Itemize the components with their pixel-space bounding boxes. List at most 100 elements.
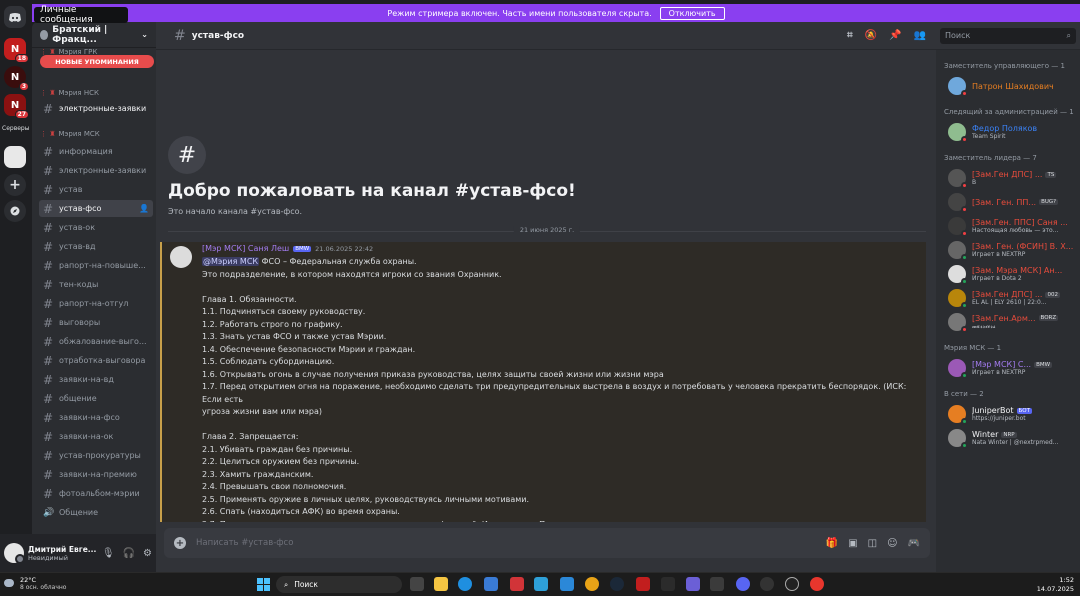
microphone-icon[interactable]: 🎙 xyxy=(102,548,115,559)
member-activity: Настоящая любовь — это... xyxy=(972,227,1059,234)
app-icon-4[interactable] xyxy=(710,577,724,591)
member-item[interactable]: JuniperBot БОТ https://juniper.bot xyxy=(948,404,1078,425)
member-list-icon[interactable]: 👥 xyxy=(914,30,926,41)
channel-item[interactable]: # заявки-на-ок xyxy=(39,428,153,445)
channel-item[interactable]: # рапорт-на-отгул xyxy=(39,295,153,312)
game-launcher-icon[interactable] xyxy=(636,577,650,591)
member-item[interactable]: [Зам.Ген. ППС] Саня ... Настоящая любовь … xyxy=(948,216,1078,237)
voice-channel-item[interactable]: 🔊 Общение xyxy=(39,504,153,521)
invite-user-icon[interactable]: 👤 xyxy=(139,204,149,213)
weather-widget[interactable]: 22°C 8 осн. облачно xyxy=(6,576,66,591)
sticker-icon[interactable]: ◫ xyxy=(868,538,877,549)
channel-item[interactable]: # фотоальбом-мэрии xyxy=(39,485,153,502)
discord-home-icon[interactable] xyxy=(4,6,26,28)
discover-icon[interactable] xyxy=(4,200,26,222)
channel-item[interactable]: # тен-коды xyxy=(39,276,153,293)
member-item[interactable]: [Зам.Ген.Арм... BORZ 𝔀𝓪𝓻𝓻𝓲𝓸𝓻𝓼 xyxy=(948,312,1078,333)
member-name: [Зам. Ген. ПП... xyxy=(972,197,1037,207)
message-author[interactable]: [Мэр МСК] Саня Леш xyxy=(202,244,289,253)
member-name: [Мэр МСК] С... xyxy=(972,360,1032,369)
vscode-icon[interactable] xyxy=(560,577,574,591)
gift-icon[interactable]: 🎁 xyxy=(826,538,838,549)
store-icon[interactable] xyxy=(484,577,498,591)
gear-icon[interactable]: ⚙ xyxy=(143,548,152,559)
channel-item[interactable]: # отработка-выговора xyxy=(39,352,153,369)
server-icon-1[interactable]: N 18 xyxy=(4,38,29,63)
member-tag-badge: NRP xyxy=(1001,431,1017,438)
edge-icon[interactable] xyxy=(458,577,472,591)
new-mentions-pill[interactable]: НОВЫЕ УПОМИНАНИЯ xyxy=(40,55,154,68)
task-view-icon[interactable] xyxy=(410,577,424,591)
channel-item[interactable]: # заявки-на-фсо xyxy=(39,409,153,426)
member-item[interactable]: [Зам.Ген ДПС] ... 002 EL AL | ELY 2610 | 2… xyxy=(948,288,1078,309)
channel-item[interactable]: # электронные-заявки xyxy=(39,162,153,179)
channel-item[interactable]: # устав xyxy=(39,181,153,198)
channel-item[interactable]: # обжалование-выго... xyxy=(39,333,153,350)
channel-item[interactable]: # заявки-на-вд xyxy=(39,371,153,388)
message[interactable]: [Мэр МСК] Саня Леш BMW 21.06.2025 22:42 … xyxy=(160,242,926,522)
channel-item[interactable]: # устав-прокуратуры xyxy=(39,447,153,464)
channel-item[interactable]: # устав-ок xyxy=(39,219,153,236)
message-line: 1.4. Обеспечение безопасности Мэрии и гр… xyxy=(202,344,416,354)
member-item[interactable]: Winter NRP Nata Winter | @nextrpmed... xyxy=(948,428,1078,449)
member-item[interactable]: Патрон Шахидович xyxy=(948,76,1078,97)
member-item[interactable]: [Зам.Ген ДПС] ... TS В xyxy=(948,168,1078,189)
channel-item[interactable]: # выговоры xyxy=(39,314,153,331)
guild-header[interactable]: Братский | Фракц... ⌄ xyxy=(32,22,156,48)
media-player-icon[interactable] xyxy=(785,577,799,591)
message-line: 2.4. Превышать свои полномочия. xyxy=(202,482,347,491)
channel-item[interactable]: # информация xyxy=(39,143,153,160)
app-icon[interactable] xyxy=(510,577,524,591)
file-explorer-icon[interactable] xyxy=(434,577,448,591)
channel-item-active[interactable]: # устав-фсо 👤 xyxy=(39,200,153,217)
channel-item[interactable]: # рапорт-на-повыше... xyxy=(39,257,153,274)
discord-taskbar-icon[interactable] xyxy=(736,577,750,591)
activities-icon[interactable]: 🎮 xyxy=(908,538,920,549)
member-item[interactable]: [Зам. Ген. ПП... BUG? xyxy=(948,192,1078,213)
chrome-icon[interactable] xyxy=(585,577,599,591)
message-line: 2.3. Хамить гражданским. xyxy=(202,469,314,479)
member-item[interactable]: Федор Поляков Team Spirit xyxy=(948,122,1078,143)
message-line: 1.5. Соблюдать субординацию. xyxy=(202,357,335,366)
role-mention[interactable]: @Мэрия МСК xyxy=(202,257,260,266)
telegram-icon[interactable] xyxy=(534,577,548,591)
member-item[interactable]: [Мэр МСК] С... BMW Играет в NEXTRP xyxy=(948,358,1078,379)
app-icon-2[interactable] xyxy=(661,577,675,591)
system-clock[interactable]: 1:52 14.07.2025 xyxy=(1037,576,1074,594)
taskbar-search[interactable]: ⌕ Поиск xyxy=(276,576,402,593)
server-icon-3[interactable]: N 27 xyxy=(4,94,29,119)
search-icon: ⌕ xyxy=(284,579,289,589)
channel-item[interactable]: # заявки-на-премию xyxy=(39,466,153,483)
message-line: Глава 2. Запрещается: xyxy=(202,432,299,441)
category-header[interactable]: ⋮ ♜ Мэрия МСК xyxy=(40,130,100,138)
avatar[interactable] xyxy=(4,543,25,564)
steam-icon[interactable] xyxy=(610,577,624,591)
channel-hash-icon: # xyxy=(168,136,206,174)
channel-item[interactable]: # общение xyxy=(39,390,153,407)
headphones-icon[interactable]: 🎧 xyxy=(123,548,135,559)
emoji-icon[interactable]: ☺ xyxy=(887,538,897,549)
member-name: [Зам.Ген.Арм... xyxy=(972,313,1036,323)
threads-icon[interactable]: ⌗ xyxy=(847,30,853,41)
windows-start-icon[interactable] xyxy=(257,578,270,591)
member-item[interactable]: [Зам. Ген. (ФСИН] В. Х... Играет в NEXTRP xyxy=(948,240,1078,261)
gif-icon[interactable]: ▣ xyxy=(848,538,857,549)
disable-streamer-button[interactable]: Отключить xyxy=(659,6,725,20)
add-attachment-icon[interactable]: + xyxy=(174,537,186,549)
app-icon-3[interactable] xyxy=(686,577,700,591)
message-avatar[interactable] xyxy=(170,246,192,268)
message-input[interactable]: + Написать #устав-фсо 🎁 ▣ ◫ ☺ 🎮 xyxy=(164,528,930,558)
status-indicator xyxy=(961,136,968,143)
server-icon-4[interactable] xyxy=(4,146,26,168)
add-server-icon[interactable]: + xyxy=(4,174,26,196)
pin-icon[interactable]: 📌 xyxy=(889,30,901,41)
channel-item[interactable]: # устав-вд xyxy=(39,238,153,255)
notifications-muted-icon[interactable]: 🔕 xyxy=(865,30,877,41)
app-icon-5[interactable] xyxy=(760,577,774,591)
member-item[interactable]: [Зам. Мэра МСК] Ан... Играет в Dota 2 xyxy=(948,264,1078,285)
server-icon-2[interactable]: N3 xyxy=(4,66,29,91)
category-header[interactable]: ⋮ ♜ Мэрия НСК xyxy=(40,89,99,97)
search-input[interactable]: Поиск ⌕ xyxy=(940,27,1076,44)
channel-item[interactable]: # электронные-заявки xyxy=(39,100,153,117)
yandex-browser-icon[interactable] xyxy=(810,577,824,591)
